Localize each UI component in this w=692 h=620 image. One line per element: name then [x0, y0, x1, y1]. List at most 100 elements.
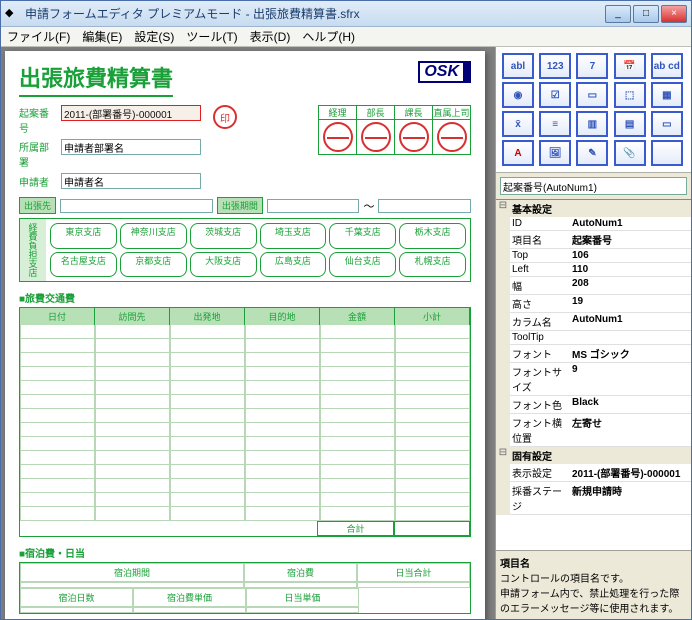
- table-row[interactable]: [20, 325, 470, 339]
- prop-value[interactable]: 新規申請時: [570, 482, 691, 515]
- label-dept: 所属部署: [19, 139, 57, 169]
- prop-key: フォント横位置: [510, 414, 570, 447]
- table-row[interactable]: [20, 507, 470, 521]
- tool-columns-icon[interactable]: ▥: [576, 111, 608, 137]
- stay-period-label: 宿泊期間: [20, 563, 244, 582]
- tool-image-icon[interactable]: 🖼: [539, 140, 571, 166]
- branch-pill[interactable]: 栃木支店: [399, 223, 466, 249]
- prop-key: カラム名: [510, 313, 570, 331]
- field-period-to[interactable]: [378, 199, 471, 213]
- label-applicant: 申請者: [19, 173, 57, 189]
- table-row[interactable]: [20, 409, 470, 423]
- prop-value[interactable]: 208: [570, 277, 691, 295]
- field-docno[interactable]: 2011-(部署番号)-000001: [61, 105, 201, 121]
- field-destination[interactable]: [60, 199, 213, 213]
- tool-number-icon[interactable]: 123: [539, 53, 571, 79]
- property-target-combo[interactable]: 起案番号(AutoNum1): [500, 177, 687, 195]
- window-maximize-button[interactable]: □: [633, 5, 659, 23]
- prop-value[interactable]: 106: [570, 249, 691, 263]
- form-page: OSK 出張旅費精算書 起案番号 2011-(部署番号)-000001 所属部署…: [5, 51, 485, 619]
- branch-pill[interactable]: 茨城支店: [190, 223, 257, 249]
- tool-stamp-icon[interactable]: ✎: [576, 140, 608, 166]
- prop-value[interactable]: 110: [570, 263, 691, 277]
- menu-file[interactable]: ファイル(F): [7, 28, 70, 45]
- prop-value[interactable]: AutoNum1: [570, 217, 691, 231]
- branch-pill[interactable]: 神奈川支店: [120, 223, 187, 249]
- menu-view[interactable]: 表示(D): [250, 28, 291, 45]
- menu-help[interactable]: ヘルプ(H): [302, 28, 355, 45]
- prop-key: 項目名: [510, 231, 570, 249]
- table-row[interactable]: [20, 465, 470, 479]
- table-row[interactable]: [20, 479, 470, 493]
- stay-unit-stay-value[interactable]: [133, 607, 246, 613]
- prop-value[interactable]: 2011-(部署番号)-000001: [570, 464, 691, 482]
- prop-value[interactable]: 左寄せ: [570, 414, 691, 447]
- tool-checkbox-icon[interactable]: ☑: [539, 82, 571, 108]
- branch-pill[interactable]: 千葉支店: [329, 223, 396, 249]
- menu-edit[interactable]: 編集(E): [82, 28, 122, 45]
- col-amt: 金額: [320, 308, 395, 325]
- period-sep: ～: [363, 198, 374, 214]
- tool-empty-icon[interactable]: [651, 140, 683, 166]
- tool-rows-icon[interactable]: ▤: [614, 111, 646, 137]
- field-applicant[interactable]: 申請者名: [61, 173, 201, 189]
- branch-pill[interactable]: 東京支店: [50, 223, 117, 249]
- tool-multiline-icon[interactable]: ab cd: [651, 53, 683, 79]
- branch-pill[interactable]: 埼玉支店: [260, 223, 327, 249]
- field-dept[interactable]: 申請者部署名: [61, 139, 201, 155]
- menu-tool[interactable]: ツール(T): [186, 28, 237, 45]
- branch-pill[interactable]: 名古屋支店: [50, 252, 117, 278]
- tool-digit-icon[interactable]: 7: [576, 53, 608, 79]
- prop-value[interactable]: 起案番号: [570, 231, 691, 249]
- branch-pill[interactable]: 京都支店: [120, 252, 187, 278]
- table-row[interactable]: [20, 493, 470, 507]
- table-row[interactable]: [20, 423, 470, 437]
- tool-radio-icon[interactable]: ◉: [502, 82, 534, 108]
- table-row[interactable]: [20, 339, 470, 353]
- stay-nights-value[interactable]: [20, 607, 133, 613]
- branch-pill[interactable]: 仙台支店: [329, 252, 396, 278]
- prop-key: 採番ステージ: [510, 482, 570, 515]
- menu-settings[interactable]: 設定(S): [134, 28, 174, 45]
- tool-label-icon[interactable]: A: [502, 140, 534, 166]
- tool-attachment-icon[interactable]: 📎: [614, 140, 646, 166]
- branch-pill[interactable]: 広島支店: [260, 252, 327, 278]
- approver-col-4: 直属上司: [433, 106, 471, 120]
- stay-unit-diem-value[interactable]: [246, 607, 359, 613]
- prop-value[interactable]: Black: [570, 396, 691, 414]
- tool-list-icon[interactable]: ≡: [539, 111, 571, 137]
- branch-pill[interactable]: 大阪支店: [190, 252, 257, 278]
- table-row[interactable]: [20, 367, 470, 381]
- approver-col-1: 経理: [319, 106, 357, 120]
- prop-value[interactable]: [570, 331, 691, 345]
- approver-col-3: 課長: [395, 106, 433, 120]
- tool-text-icon[interactable]: abl: [502, 53, 534, 79]
- design-canvas[interactable]: OSK 出張旅費精算書 起案番号 2011-(部署番号)-000001 所属部署…: [1, 47, 495, 619]
- tool-calendar-icon[interactable]: 📅: [614, 53, 646, 79]
- field-period-from[interactable]: [267, 199, 360, 213]
- group-toggle-icon[interactable]: ⊟: [496, 447, 510, 464]
- table-row[interactable]: [20, 395, 470, 409]
- label-docno: 起案番号: [19, 105, 57, 135]
- table-row[interactable]: [20, 381, 470, 395]
- tool-container-icon[interactable]: ⬚: [614, 82, 646, 108]
- tool-rect-icon[interactable]: ▭: [576, 82, 608, 108]
- stay-unit-stay-label: 宿泊費単価: [133, 588, 246, 607]
- table-row[interactable]: [20, 437, 470, 451]
- window-close-button[interactable]: ×: [661, 5, 687, 23]
- prop-value[interactable]: MS ゴシック: [570, 345, 691, 363]
- prop-key: フォント: [510, 345, 570, 363]
- table-row[interactable]: [20, 353, 470, 367]
- tool-formula-icon[interactable]: x̄: [502, 111, 534, 137]
- group-toggle-icon[interactable]: ⊟: [496, 200, 510, 217]
- app-icon: ◆: [5, 6, 21, 22]
- branch-pill[interactable]: 札幌支店: [399, 252, 466, 278]
- tool-frame-icon[interactable]: ▭: [651, 111, 683, 137]
- tool-grid-icon[interactable]: ▦: [651, 82, 683, 108]
- prop-value[interactable]: AutoNum1: [570, 313, 691, 331]
- prop-value[interactable]: 9: [570, 363, 691, 396]
- table-row[interactable]: [20, 451, 470, 465]
- window-minimize-button[interactable]: _: [605, 5, 631, 23]
- help-body: コントロールの項目名です。 申請フォーム内で、禁止処理を行った際のエラーメッセー…: [500, 570, 687, 615]
- prop-value[interactable]: 19: [570, 295, 691, 313]
